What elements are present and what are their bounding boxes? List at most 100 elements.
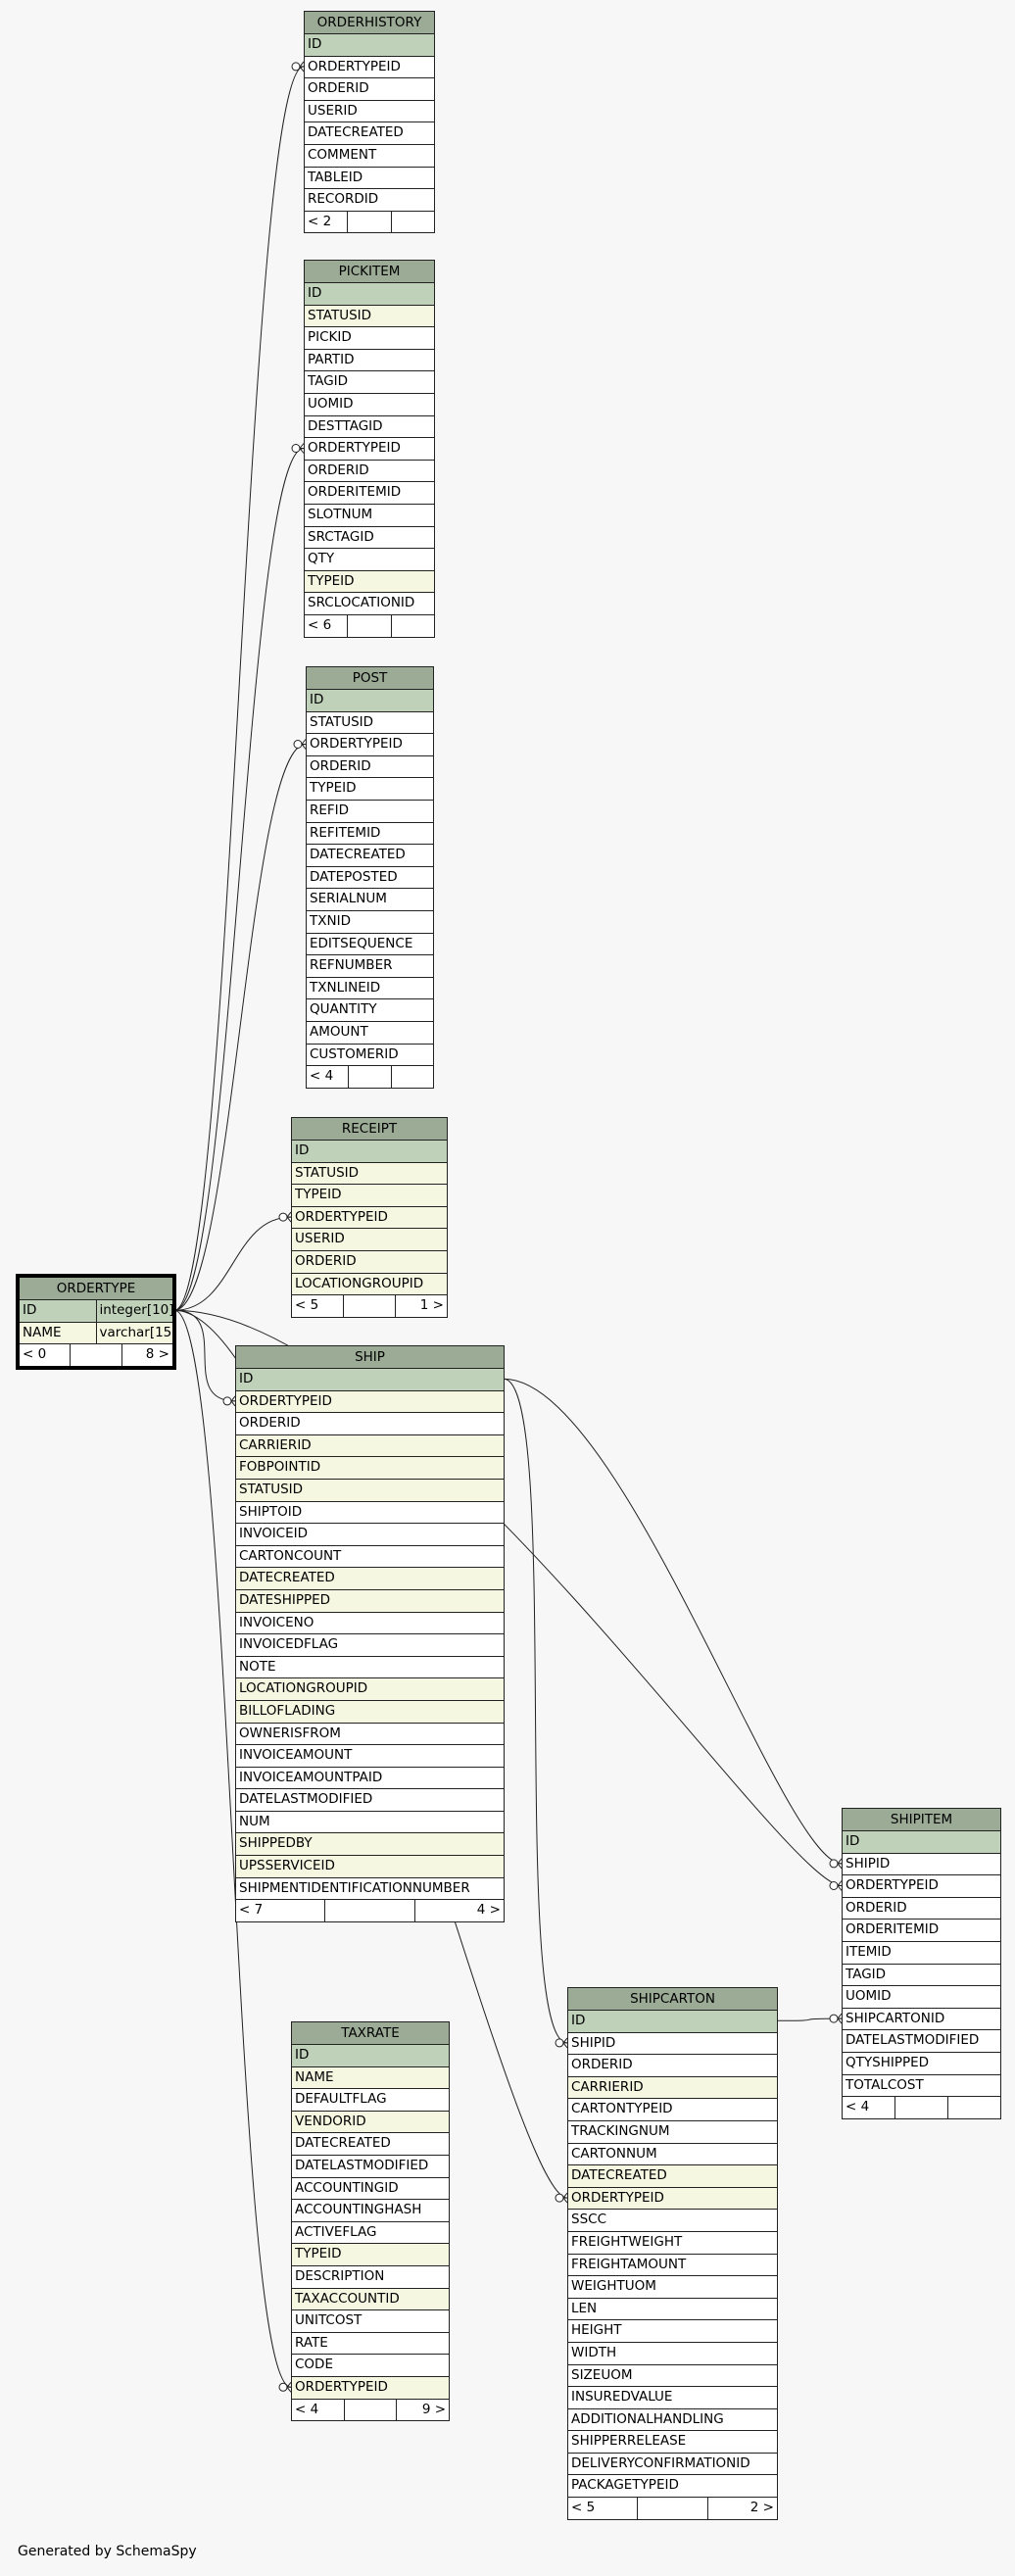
column-upsserviceid[interactable]: UPSSERVICEID bbox=[236, 1856, 504, 1878]
column-datecreated[interactable]: DATECREATED bbox=[307, 845, 433, 867]
column-dateshipped[interactable]: DATESHIPPED bbox=[236, 1589, 504, 1613]
column-packagetypeid[interactable]: PACKAGETYPEID bbox=[568, 2475, 777, 2499]
column-refid[interactable]: REFID bbox=[307, 800, 433, 823]
column-invoiceno[interactable]: INVOICENO bbox=[236, 1612, 504, 1635]
table-title[interactable]: ORDERTYPE bbox=[20, 1278, 172, 1300]
column-orderitemid[interactable]: ORDERITEMID bbox=[305, 482, 434, 505]
table-title[interactable]: POST bbox=[307, 667, 433, 690]
column-datecreated[interactable]: DATECREATED bbox=[305, 122, 434, 145]
column-insuredvalue[interactable]: INSUREDVALUE bbox=[568, 2387, 777, 2409]
column-amount[interactable]: AMOUNT bbox=[307, 1021, 433, 1045]
table-ship[interactable]: SHIP ID ORDERTYPEID ORDERID CARRIERID FOBPOIN… bbox=[235, 1345, 505, 1922]
column-uomid[interactable]: UOMID bbox=[843, 1986, 1000, 2009]
column-statusid[interactable]: STATUSID bbox=[236, 1479, 504, 1502]
column-invoiceid[interactable]: INVOICEID bbox=[236, 1524, 504, 1546]
column-orderid[interactable]: ORDERID bbox=[305, 78, 434, 101]
column-len[interactable]: LEN bbox=[568, 2298, 777, 2321]
column-pickid[interactable]: PICKID bbox=[305, 327, 434, 350]
column-txnid[interactable]: TXNID bbox=[307, 910, 433, 934]
column-rate[interactable]: RATE bbox=[292, 2332, 449, 2356]
column-qtyshipped[interactable]: QTYSHIPPED bbox=[843, 2052, 1000, 2075]
column-datelastmodified[interactable]: DATELASTMODIFIED bbox=[236, 1789, 504, 1812]
column-tableid[interactable]: TABLEID bbox=[305, 167, 434, 190]
column-sizeuom[interactable]: SIZEUOM bbox=[568, 2364, 777, 2388]
column-locationgroupid[interactable]: LOCATIONGROUPID bbox=[292, 1273, 447, 1296]
table-orderhistory[interactable]: ORDERHISTORY ID ORDERTYPEID ORDERID USERID DA… bbox=[304, 11, 435, 234]
table-ordertype[interactable]: ORDERTYPE ID integer[10] NAME varchar[15] < 0… bbox=[16, 1274, 176, 1370]
column-typeid[interactable]: TYPEID bbox=[305, 570, 434, 594]
parents-count[interactable]: < 2 bbox=[305, 212, 347, 233]
column-ordertypeid[interactable]: ORDERTYPEID bbox=[843, 1875, 1000, 1898]
table-title[interactable]: RECEIPT bbox=[292, 1118, 447, 1141]
parents-count[interactable]: < 4 bbox=[843, 2097, 894, 2118]
column-note[interactable]: NOTE bbox=[236, 1656, 504, 1679]
table-shipitem[interactable]: SHIPITEM ID SHIPID ORDERTYPEID ORDERID ORDERI… bbox=[842, 1808, 1001, 2119]
column-srctagid[interactable]: SRCTAGID bbox=[305, 526, 434, 550]
table-title[interactable]: ORDERHISTORY bbox=[305, 12, 434, 34]
column-ordertypeid[interactable]: ORDERTYPEID bbox=[568, 2187, 777, 2211]
column-shiptoid[interactable]: SHIPTOID bbox=[236, 1501, 504, 1525]
column-billoflading[interactable]: BILLOFLADING bbox=[236, 1700, 504, 1724]
table-title[interactable]: TAXRATE bbox=[292, 2022, 449, 2045]
column-height[interactable]: HEIGHT bbox=[568, 2320, 777, 2343]
column-typeid[interactable]: TYPEID bbox=[307, 778, 433, 801]
column-shippedby[interactable]: SHIPPEDBY bbox=[236, 1833, 504, 1857]
column-tagid[interactable]: TAGID bbox=[843, 1964, 1000, 1987]
column-ownerisfrom[interactable]: OWNERISFROM bbox=[236, 1723, 504, 1746]
column-accountinghash[interactable]: ACCOUNTINGHASH bbox=[292, 2200, 449, 2222]
column-serialnum[interactable]: SERIALNUM bbox=[307, 889, 433, 911]
column-description[interactable]: DESCRIPTION bbox=[292, 2265, 449, 2289]
column-datelastmodified[interactable]: DATELASTMODIFIED bbox=[292, 2155, 449, 2178]
table-title[interactable]: SHIP bbox=[236, 1346, 504, 1369]
column-tagid[interactable]: TAGID bbox=[305, 371, 434, 394]
column-weightuom[interactable]: WEIGHTUOM bbox=[568, 2276, 777, 2299]
column-slotnum[interactable]: SLOTNUM bbox=[305, 504, 434, 527]
children-count[interactable] bbox=[947, 2097, 1000, 2118]
column-num[interactable]: NUM bbox=[236, 1811, 504, 1834]
column-comment[interactable]: COMMENT bbox=[305, 144, 434, 168]
column-invoicedflag[interactable]: INVOICEDFLAG bbox=[236, 1634, 504, 1657]
column-sscc[interactable]: SSCC bbox=[568, 2210, 777, 2232]
column-id[interactable]: ID bbox=[305, 34, 434, 57]
column-orderid[interactable]: ORDERID bbox=[305, 460, 434, 483]
column-width[interactable]: WIDTH bbox=[568, 2342, 777, 2365]
children-count[interactable]: 8 > bbox=[121, 1344, 172, 1366]
children-count[interactable] bbox=[390, 614, 434, 637]
column-code[interactable]: CODE bbox=[292, 2355, 449, 2377]
column-userid[interactable]: USERID bbox=[292, 1229, 447, 1251]
column-orderid[interactable]: ORDERID bbox=[292, 1250, 447, 1274]
column-orderid[interactable]: ORDERID bbox=[568, 2055, 777, 2077]
column-datelastmodified[interactable]: DATELASTMODIFIED bbox=[843, 2030, 1000, 2053]
column-id[interactable]: ID integer[10] bbox=[20, 1300, 172, 1323]
column-taxaccountid[interactable]: TAXACCOUNTID bbox=[292, 2288, 449, 2311]
column-orderid[interactable]: ORDERID bbox=[236, 1413, 504, 1435]
column-carrierid[interactable]: CARRIERID bbox=[236, 1434, 504, 1458]
table-post[interactable]: POST ID STATUSID ORDERTYPEID ORDERID TYPEID RE… bbox=[306, 666, 434, 1089]
column-accountingid[interactable]: ACCOUNTINGID bbox=[292, 2177, 449, 2201]
column-qty[interactable]: QTY bbox=[305, 549, 434, 571]
column-id[interactable]: ID bbox=[305, 283, 434, 306]
parents-count[interactable]: < 0 bbox=[20, 1344, 70, 1366]
column-recordid[interactable]: RECORDID bbox=[305, 189, 434, 212]
column-carrierid[interactable]: CARRIERID bbox=[568, 2076, 777, 2100]
column-cartoncount[interactable]: CARTONCOUNT bbox=[236, 1545, 504, 1569]
column-orderid[interactable]: ORDERID bbox=[843, 1897, 1000, 1920]
children-count[interactable]: 2 > bbox=[706, 2498, 777, 2519]
column-shipmentidentificationnumber[interactable]: SHIPMENTIDENTIFICATIONNUMBER bbox=[236, 1877, 504, 1901]
column-ordertypeid[interactable]: ORDERTYPEID bbox=[305, 56, 434, 79]
column-editsequence[interactable]: EDITSEQUENCE bbox=[307, 933, 433, 956]
column-srclocationid[interactable]: SRCLOCATIONID bbox=[305, 593, 434, 615]
column-datecreated[interactable]: DATECREATED bbox=[568, 2165, 777, 2188]
column-txnlineid[interactable]: TXNLINEID bbox=[307, 977, 433, 1000]
column-ordertypeid[interactable]: ORDERTYPEID bbox=[292, 2376, 449, 2400]
column-shipid[interactable]: SHIPID bbox=[568, 2032, 777, 2056]
parents-count[interactable]: < 5 bbox=[292, 1295, 343, 1317]
parents-count[interactable]: < 6 bbox=[305, 615, 347, 637]
column-customerid[interactable]: CUSTOMERID bbox=[307, 1044, 433, 1067]
column-ordertypeid[interactable]: ORDERTYPEID bbox=[292, 1206, 447, 1230]
column-orderitemid[interactable]: ORDERITEMID bbox=[843, 1920, 1000, 1942]
column-refnumber[interactable]: REFNUMBER bbox=[307, 955, 433, 978]
column-trackingnum[interactable]: TRACKINGNUM bbox=[568, 2120, 777, 2144]
column-invoiceamount[interactable]: INVOICEAMOUNT bbox=[236, 1745, 504, 1768]
table-receipt[interactable]: RECEIPT ID STATUSID TYPEID ORDERTYPEID USERID… bbox=[291, 1117, 448, 1318]
